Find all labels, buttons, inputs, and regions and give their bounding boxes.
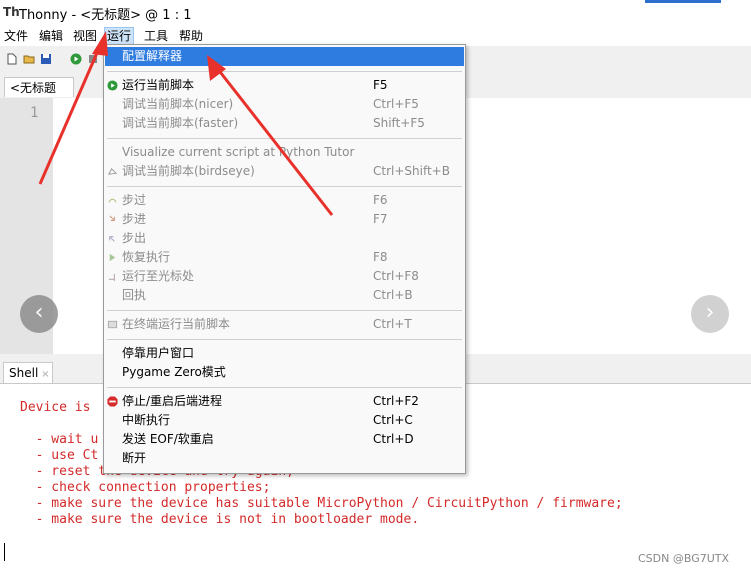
annotation-arrows [38,31,334,216]
annotation-arrow-to-configure [215,67,334,216]
arrow-head-icon [92,31,108,56]
annotation-arrow-to-run-menu [38,45,102,185]
